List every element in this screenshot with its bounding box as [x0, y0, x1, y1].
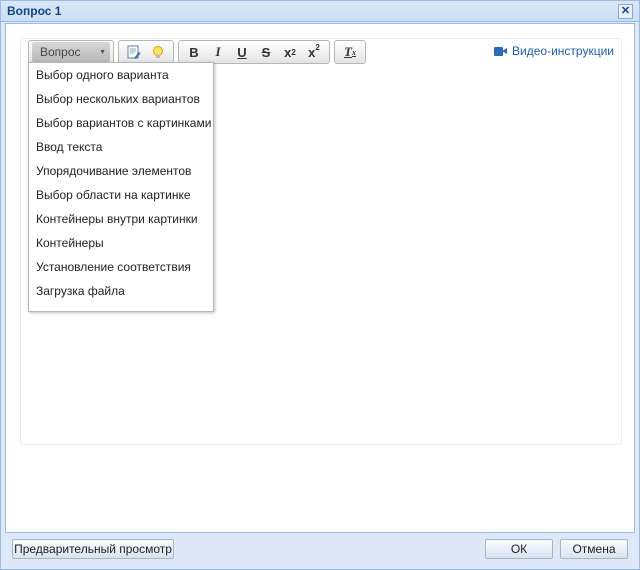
dropdown-item-image-choice[interactable]: Выбор вариантов с картинками: [29, 111, 213, 135]
toolbar-group-text: B I U S x2 x2: [178, 40, 330, 64]
superscript-button[interactable]: x2: [302, 42, 326, 62]
toolbar-group-format: Вопрос ▼: [28, 40, 114, 64]
dialog-window: Вопрос 1 ✕ Вопрос ▼ B I U S x 2 x 2 T x …: [0, 0, 640, 570]
ok-button[interactable]: ОК: [485, 539, 553, 559]
dropdown-item-image-containers[interactable]: Контейнеры внутри картинки: [29, 207, 213, 231]
dropdown-item-multiple-choice[interactable]: Выбор нескольких вариантов: [29, 87, 213, 111]
dropdown-item-file-upload[interactable]: Загрузка файла: [29, 279, 213, 303]
question-type-combo[interactable]: Вопрос ▼: [32, 42, 110, 62]
cancel-button[interactable]: Отмена: [560, 539, 628, 559]
strikethrough-button[interactable]: S: [254, 42, 278, 62]
dropdown-item-single-choice[interactable]: Выбор одного варианта: [29, 63, 213, 87]
dialog-footer: Предварительный просмотр ОК Отмена: [1, 534, 639, 569]
video-instructions-label: Видео-инструкции: [512, 44, 614, 58]
chevron-down-icon: ▼: [99, 48, 106, 56]
underline-button[interactable]: U: [230, 42, 254, 62]
question-type-label: Вопрос: [40, 45, 81, 59]
subscript-label: x: [284, 44, 292, 60]
toolbar-group-insert: [118, 40, 174, 64]
dropdown-item-text-input[interactable]: Ввод текста: [29, 135, 213, 159]
remove-format-button[interactable]: Tx: [338, 42, 362, 62]
superscript-mark: 2: [315, 42, 320, 52]
video-instructions-link[interactable]: Видео-инструкции: [494, 44, 614, 58]
remove-format-label: T: [344, 44, 352, 59]
document-edit-icon: [127, 45, 141, 59]
title-bar: Вопрос 1 ✕: [1, 1, 639, 22]
italic-button[interactable]: I: [206, 42, 230, 62]
hint-button[interactable]: [146, 42, 170, 62]
dropdown-item-image-area[interactable]: Выбор области на картинке: [29, 183, 213, 207]
toolbar-group-clear: Tx: [334, 40, 366, 64]
dropdown-item-containers[interactable]: Контейнеры: [29, 231, 213, 255]
subscript-button[interactable]: x2: [278, 42, 302, 62]
question-type-dropdown: Выбор одного варианта Выбор нескольких в…: [28, 62, 214, 312]
editor-toolbar: Вопрос ▼ B I U S x 2 x 2 T x: [28, 40, 366, 64]
lightbulb-icon: [153, 45, 163, 58]
dropdown-item-ordering[interactable]: Упорядочивание элементов: [29, 159, 213, 183]
superscript-label: x: [308, 44, 316, 60]
bold-button[interactable]: B: [182, 42, 206, 62]
window-title: Вопрос 1: [7, 4, 62, 18]
video-camera-icon: [494, 46, 508, 56]
dropdown-item-matching[interactable]: Установление соответствия: [29, 255, 213, 279]
subscript-mark: 2: [291, 47, 296, 57]
document-edit-button[interactable]: [122, 42, 146, 62]
remove-format-mark: x: [351, 47, 356, 57]
close-icon[interactable]: ✕: [618, 4, 633, 19]
preview-button[interactable]: Предварительный просмотр: [12, 539, 174, 559]
